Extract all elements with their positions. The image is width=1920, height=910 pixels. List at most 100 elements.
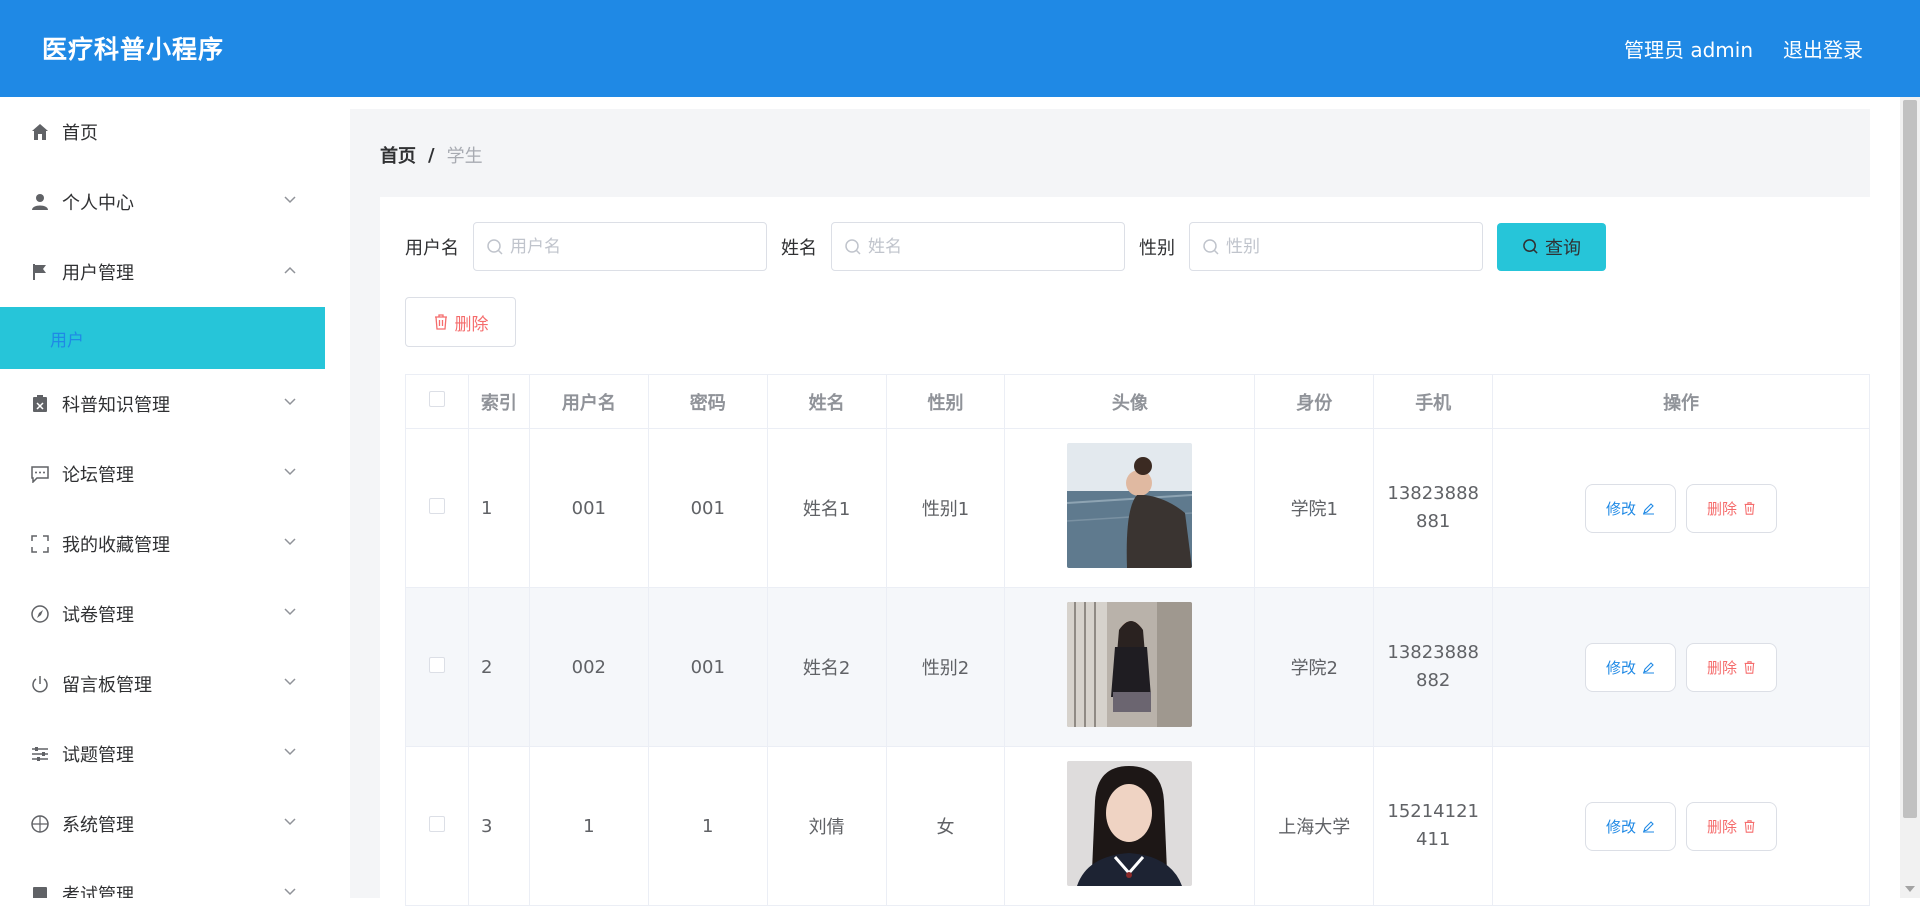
edit-button-label: 修改 (1606, 817, 1637, 836)
header-password[interactable]: 密码 (647, 374, 768, 429)
admin-user-label[interactable]: 管理员 admin (1624, 34, 1753, 63)
select-all-checkbox[interactable] (428, 391, 445, 407)
sidebar-item-label: 留言板管理 (62, 675, 152, 696)
page-scrollbar[interactable] (1900, 97, 1920, 898)
edit-button[interactable]: 修改 (1585, 483, 1677, 533)
header-phone[interactable]: 手机 (1373, 374, 1494, 429)
header-avatar[interactable]: 头像 (1004, 374, 1256, 429)
chevron-down-icon (284, 888, 296, 896)
cell-username: 001 (528, 428, 649, 588)
table-row: 1 001 001 姓名1 性别1 学院1 13823888881 修改 删除 (405, 428, 1870, 588)
sidebar-item-label: 论坛管理 (62, 465, 134, 486)
breadcrumb-home[interactable]: 首页 (380, 142, 416, 168)
trash-icon (434, 314, 447, 330)
header-index[interactable]: 索引 (467, 374, 530, 429)
sidebar-item-exam-papers[interactable]: 试卷管理 (0, 579, 325, 649)
search-icon (1203, 239, 1219, 255)
cell-name: 刘倩 (766, 746, 887, 906)
select-all-cell (405, 374, 469, 429)
sidebar-item-label: 试卷管理 (62, 605, 134, 626)
cell-username: 1 (528, 746, 649, 906)
chat-icon (30, 464, 50, 484)
header-gender[interactable]: 性别 (885, 374, 1006, 429)
edit-icon (1643, 661, 1655, 674)
header-actions: 操作 (1492, 374, 1870, 429)
top-header: 医疗科普小程序 管理员 admin 退出登录 (0, 0, 1920, 97)
search-icon (487, 239, 503, 255)
scrollbar-thumb[interactable] (1903, 100, 1917, 818)
avatar-photo (1067, 761, 1193, 886)
sidebar-item-message-board[interactable]: 留言板管理 (0, 649, 325, 719)
sidebar-item-knowledge[interactable]: 科普知识管理 (0, 369, 325, 439)
query-button[interactable]: 查询 (1497, 222, 1606, 271)
breadcrumb-separator: / (428, 144, 435, 166)
edit-button[interactable]: 修改 (1585, 642, 1677, 692)
sidebar-subitem-users[interactable]: 用户 (0, 307, 325, 369)
name-field[interactable] (831, 222, 1125, 271)
sidebar-item-questions[interactable]: 试题管理 (0, 719, 325, 789)
delete-button-label: 删除 (1707, 499, 1738, 518)
chevron-down-icon (284, 538, 296, 546)
header-name[interactable]: 姓名 (766, 374, 887, 429)
search-icon (845, 239, 861, 255)
sidebar-item-label: 试题管理 (62, 745, 134, 766)
batch-delete-button[interactable]: 删除 (405, 297, 516, 347)
cell-phone: 13823888882 (1373, 587, 1494, 747)
sidebar-item-user-management[interactable]: 用户管理 (0, 237, 325, 307)
main-content: 首页 / 学生 用户名 姓名 性别 (325, 97, 1900, 910)
sidebar-item-forum[interactable]: 论坛管理 (0, 439, 325, 509)
gender-input[interactable] (1226, 223, 1476, 270)
avatar-photo (1067, 602, 1193, 727)
username-input[interactable] (510, 223, 760, 270)
sidebar-item-label: 个人中心 (62, 193, 134, 214)
row-checkbox[interactable] (428, 497, 445, 514)
sidebar-item-personal-center[interactable]: 个人中心 (0, 167, 325, 237)
chevron-down-icon (284, 398, 296, 406)
delete-button[interactable]: 删除 (1686, 642, 1778, 692)
person-icon (30, 192, 50, 212)
search-form: 用户名 姓名 性别 查询 (405, 222, 1606, 271)
sidebar-item-label: 用户管理 (62, 263, 134, 284)
row-checkbox[interactable] (428, 815, 445, 832)
chevron-up-icon (284, 266, 296, 274)
cell-name: 姓名2 (766, 587, 887, 747)
cell-gender: 女 (885, 746, 1006, 906)
row-checkbox[interactable] (428, 656, 445, 673)
chevron-down-icon (284, 678, 296, 686)
cell-gender: 性别1 (885, 428, 1006, 588)
cell-avatar (1004, 587, 1256, 747)
trash-icon (1744, 819, 1755, 833)
gender-field[interactable] (1189, 222, 1483, 271)
sidebar-item-label: 首页 (62, 123, 98, 144)
name-input[interactable] (868, 223, 1118, 270)
cell-actions: 修改 删除 (1492, 428, 1870, 588)
trash-icon (1744, 660, 1755, 674)
logout-link[interactable]: 退出登录 (1783, 34, 1863, 63)
delete-button-label: 删除 (1707, 817, 1738, 836)
username-field[interactable] (473, 222, 767, 271)
cell-avatar (1004, 428, 1256, 588)
scroll-down-arrow-icon[interactable] (1905, 886, 1915, 892)
sidebar-item-home[interactable]: 首页 (0, 97, 325, 167)
delete-button[interactable]: 删除 (1686, 801, 1778, 851)
chevron-down-icon (284, 196, 296, 204)
row-select-cell (405, 587, 469, 747)
flag-icon (30, 262, 50, 282)
edit-button-label: 修改 (1606, 658, 1637, 677)
edit-button[interactable]: 修改 (1585, 801, 1677, 851)
cell-identity: 学院2 (1254, 587, 1375, 747)
header-identity[interactable]: 身份 (1254, 374, 1375, 429)
sidebar-item-exams[interactable]: 考试管理 (0, 859, 325, 898)
delete-button[interactable]: 删除 (1686, 483, 1778, 533)
sidebar-item-favorites[interactable]: 我的收藏管理 (0, 509, 325, 579)
cell-avatar (1004, 746, 1256, 906)
content-background: 首页 / 学生 用户名 姓名 性别 (350, 109, 1895, 910)
row-select-cell (405, 428, 469, 588)
header-username[interactable]: 用户名 (528, 374, 649, 429)
delete-button-label: 删除 (1707, 658, 1738, 677)
search-icon (1523, 239, 1538, 254)
sidebar-item-system[interactable]: 系统管理 (0, 789, 325, 859)
cell-phone: 15214121411 (1373, 746, 1494, 906)
sidebar-item-label: 考试管理 (62, 885, 134, 898)
table-row: 3 1 1 刘倩 女 上海大学 15214121411 修改 删除 (405, 746, 1870, 906)
